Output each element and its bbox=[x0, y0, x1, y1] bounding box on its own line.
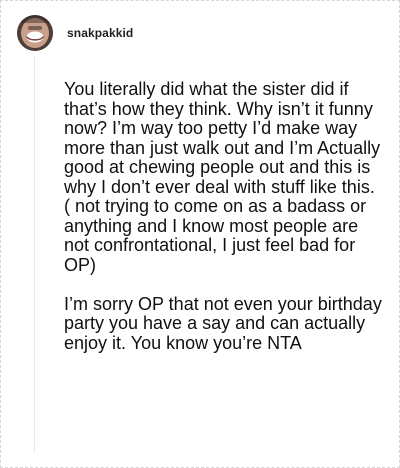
comment-body: You literally did what the sister did if… bbox=[64, 79, 382, 353]
comment-paragraph-1: You literally did what the sister did if… bbox=[64, 79, 381, 275]
user-avatar-icon[interactable] bbox=[17, 15, 53, 51]
comment-card: snakpakkid You literally did what the si… bbox=[0, 0, 400, 468]
comment-header: snakpakkid bbox=[17, 15, 133, 51]
thread-divider bbox=[34, 57, 35, 452]
username-link[interactable]: snakpakkid bbox=[67, 26, 133, 40]
comment-paragraph-2: I’m sorry OP that not even your birthday… bbox=[64, 293, 382, 353]
